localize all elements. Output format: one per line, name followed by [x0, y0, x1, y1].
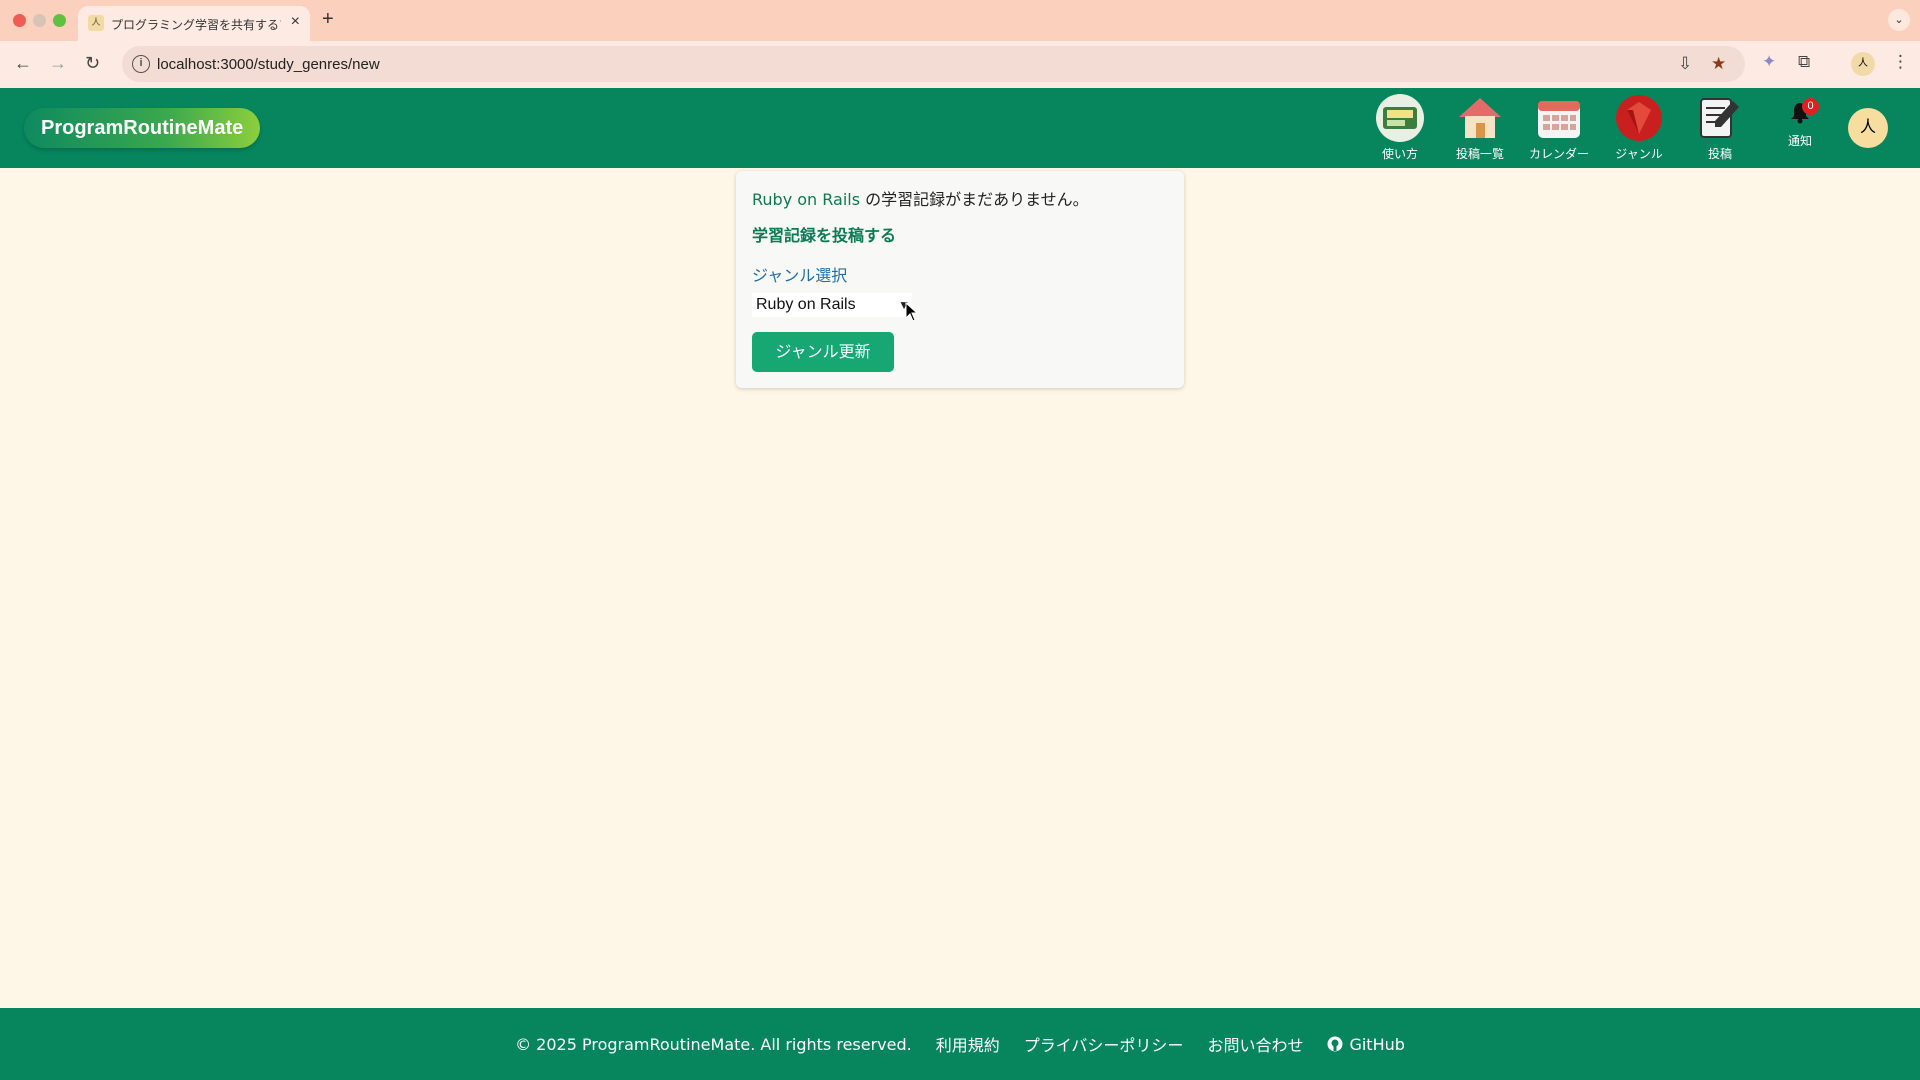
house-icon [1456, 94, 1504, 142]
empty-message-text: の学習記録がまだありません。 [860, 190, 1089, 209]
browser-profile-avatar[interactable]: 人 [1851, 52, 1875, 76]
tab-title: プログラミング学習を共有するア [111, 18, 281, 32]
nav-label: ジャンル [1615, 147, 1663, 161]
bookmark-star-icon[interactable]: ★ [1711, 54, 1726, 74]
nav-item-guide[interactable]: 使い方 [1365, 94, 1435, 162]
close-tab-icon[interactable]: × [291, 13, 300, 31]
copyright-text: © 2025 ProgramRoutineMate. All rights re… [515, 1034, 912, 1054]
extension-puzzle-icon[interactable]: ✦ [1762, 52, 1776, 72]
user-avatar[interactable]: 人 [1848, 108, 1888, 148]
github-label: GitHub [1349, 1034, 1405, 1054]
edit-note-icon [1696, 94, 1744, 142]
favicon-icon: 人 [88, 15, 104, 31]
mouse-cursor-icon [905, 301, 919, 327]
nav-label: カレンダー [1528, 147, 1589, 161]
maximize-window-button[interactable] [53, 14, 66, 27]
guide-book-icon [1376, 94, 1424, 142]
minimize-window-button[interactable] [33, 14, 46, 27]
browser-menu-icon[interactable]: ⋮ [1892, 52, 1909, 72]
post-record-link[interactable]: 学習記録を投稿する [752, 222, 896, 246]
nav-item-posts[interactable]: 投稿一覧 [1445, 94, 1515, 162]
calendar-icon [1535, 94, 1583, 142]
ruby-gem-icon [1615, 94, 1663, 142]
update-genre-button[interactable]: ジャンル更新 [752, 332, 894, 372]
site-info-icon[interactable]: i [132, 55, 150, 73]
github-link[interactable]: GitHub [1327, 1034, 1405, 1054]
genre-select-label: ジャンル選択 [752, 266, 848, 285]
address-bar[interactable]: i localhost:3000/study_genres/new ⇩ ★ [122, 46, 1745, 82]
url-text[interactable]: localhost:3000/study_genres/new [157, 56, 380, 73]
nav-item-calendar[interactable]: カレンダー [1524, 94, 1594, 162]
nav-item-notifications[interactable]: 0 通知 [1782, 98, 1819, 149]
extensions-icon[interactable]: ⧉ [1798, 52, 1810, 72]
genre-name-link[interactable]: Ruby on Rails [752, 190, 860, 209]
privacy-link[interactable]: プライバシーポリシー [1024, 1032, 1184, 1056]
nav-label: 投稿 [1707, 147, 1732, 161]
contact-link[interactable]: お問い合わせ [1207, 1032, 1303, 1056]
tab-search-icon[interactable]: ⌄ [1888, 9, 1910, 31]
nav-item-genre[interactable]: ジャンル [1604, 94, 1674, 162]
empty-records-message: Ruby on Rails の学習記録がまだありません。 [752, 186, 1089, 210]
nav-label: 使い方 [1381, 147, 1418, 161]
app-header: ProgramRoutineMate 使い方 投稿一覧 カレンダー ジャンル 投… [0, 88, 1920, 168]
genre-select[interactable]: Ruby on Rails ▼ [752, 293, 912, 317]
install-app-icon[interactable]: ⇩ [1678, 54, 1692, 74]
terms-link[interactable]: 利用規約 [936, 1032, 1000, 1056]
notification-count-badge: 0 [1802, 98, 1819, 115]
reload-icon[interactable]: ↻ [85, 53, 100, 74]
nav-label: 投稿一覧 [1455, 147, 1504, 161]
site-logo[interactable]: ProgramRoutineMate [24, 108, 261, 148]
browser-tab[interactable]: 人 プログラミング学習を共有するア × [78, 6, 310, 41]
close-window-button[interactable] [13, 14, 26, 27]
notifications-label: 通知 [1787, 134, 1812, 148]
nav-item-new-post[interactable]: 投稿 [1685, 94, 1755, 162]
new-tab-icon[interactable]: + [322, 8, 334, 31]
browser-toolbar: ← → ↻ i localhost:3000/study_genres/new … [0, 41, 1920, 88]
browser-tab-bar: 人 プログラミング学習を共有するア × + ⌄ [0, 0, 1920, 41]
back-icon[interactable]: ← [14, 53, 32, 74]
forward-icon[interactable]: → [49, 53, 67, 74]
genre-card: Ruby on Rails の学習記録がまだありません。 学習記録を投稿する ジ… [736, 171, 1184, 388]
github-icon [1327, 1036, 1343, 1052]
genre-select-value: Ruby on Rails [756, 296, 856, 313]
site-footer: © 2025 ProgramRoutineMate. All rights re… [0, 1008, 1920, 1080]
